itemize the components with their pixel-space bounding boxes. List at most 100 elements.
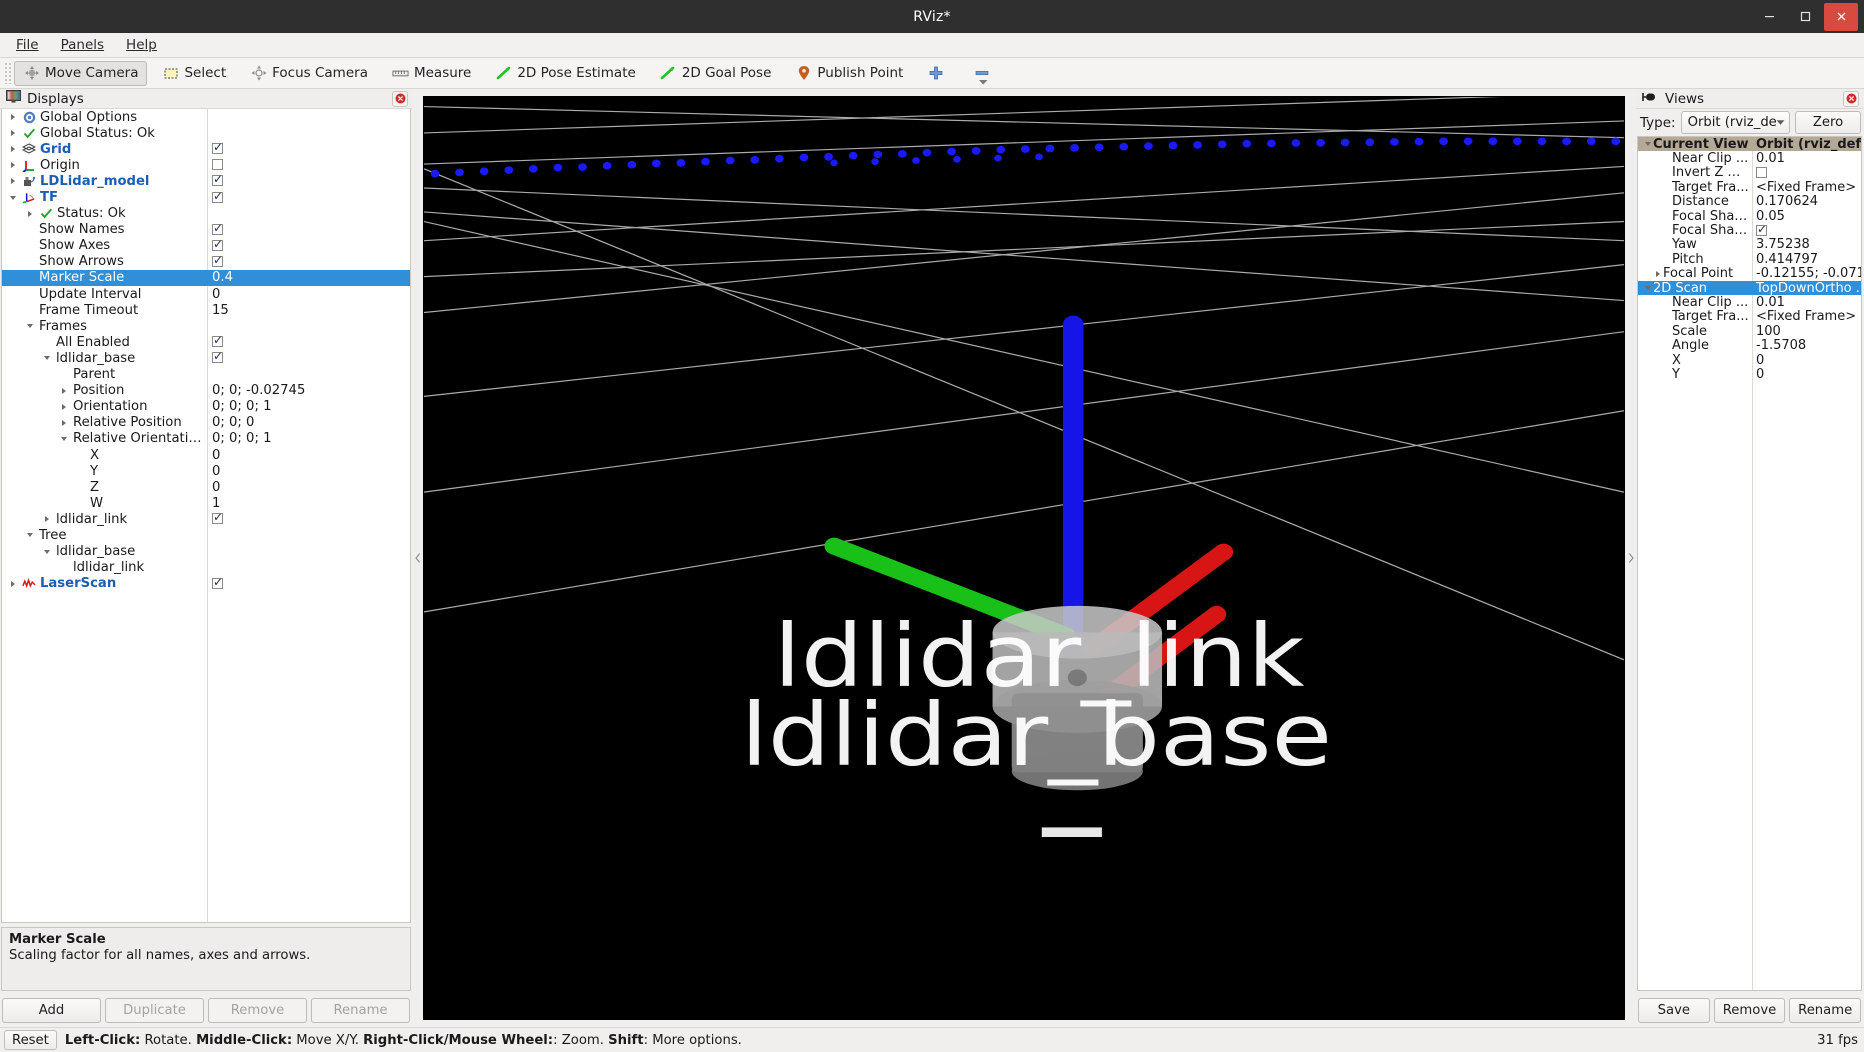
chevron-right-icon[interactable]	[58, 417, 69, 428]
displays-tree[interactable]: Global OptionsGlobal Status: OkGridOrigi…	[1, 109, 411, 923]
views-tree-row[interactable]: Near Clip ...0.01	[1638, 151, 1861, 165]
add-button[interactable]: Add	[2, 998, 101, 1023]
display-tree-row[interactable]: Frame Timeout15	[2, 302, 410, 318]
menu-file[interactable]: File	[6, 35, 49, 55]
views-row-value[interactable]: 0.01	[1752, 295, 1861, 310]
display-row-checkbox[interactable]	[212, 352, 223, 363]
display-row-checkbox[interactable]	[212, 513, 223, 524]
display-tree-row[interactable]: Z0	[2, 479, 410, 495]
display-tree-row[interactable]: Relative Position0; 0; 0	[2, 415, 410, 431]
render-viewport[interactable]: ldlidar_link ldlidar_base	[423, 96, 1625, 1020]
display-row-checkbox[interactable]	[212, 336, 223, 347]
views-panel-close-icon[interactable]	[1843, 91, 1859, 107]
display-row-value[interactable]	[207, 512, 410, 527]
left-splitter[interactable]	[412, 89, 423, 1027]
views-row-value[interactable]: 0	[1752, 367, 1861, 382]
display-row-value[interactable]: 1	[207, 496, 410, 511]
display-row-value[interactable]	[207, 158, 410, 173]
views-tree-row[interactable]: Distance0.170624	[1638, 195, 1861, 209]
views-tree-row[interactable]: X0	[1638, 353, 1861, 367]
views-tree-row[interactable]: Target Fra...<Fixed Frame>	[1638, 310, 1861, 324]
chevron-right-icon[interactable]	[7, 112, 18, 123]
views-tree-row[interactable]: Focal Shap...	[1638, 223, 1861, 237]
tool-add[interactable]	[918, 61, 958, 86]
save-view-button[interactable]: Save	[1638, 998, 1710, 1023]
views-tree-row[interactable]: Focal Shap...0.05	[1638, 209, 1861, 223]
toolbar-grip[interactable]	[4, 62, 12, 84]
display-tree-row[interactable]: Orientation0; 0; 0; 1	[2, 399, 410, 415]
views-row-value[interactable]	[1752, 223, 1861, 238]
chevron-right-icon[interactable]	[7, 128, 18, 139]
display-tree-row[interactable]: Marker Scale0.4	[2, 270, 410, 286]
views-tree-row[interactable]: Scale100	[1638, 324, 1861, 338]
collapse-right-icon[interactable]	[1627, 554, 1634, 563]
tool-focus-camera[interactable]: Focus Camera	[241, 61, 377, 86]
display-tree-row[interactable]: LDLidar_model	[2, 173, 410, 189]
display-tree-row[interactable]: TF	[2, 189, 410, 205]
chevron-right-icon[interactable]	[24, 208, 35, 219]
chevron-right-icon[interactable]	[58, 385, 69, 396]
display-tree-row[interactable]: Status: Ok	[2, 206, 410, 222]
display-tree-row[interactable]: Frames	[2, 318, 410, 334]
views-row-value[interactable]: 0.170624	[1752, 194, 1861, 209]
display-row-checkbox[interactable]	[212, 256, 223, 267]
display-tree-row[interactable]: ldlidar_base	[2, 544, 410, 560]
chevron-down-icon[interactable]	[58, 433, 69, 444]
display-row-checkbox[interactable]	[212, 240, 223, 251]
panel-close-icon[interactable]	[392, 91, 408, 107]
chevron-right-icon[interactable]	[7, 176, 18, 187]
display-row-checkbox[interactable]	[212, 578, 223, 589]
views-tree-row[interactable]: 2D ScanTopDownOrtho ...	[1638, 281, 1861, 295]
views-row-value[interactable]: <Fixed Frame>	[1752, 309, 1861, 324]
display-tree-row[interactable]: Show Arrows	[2, 254, 410, 270]
display-row-checkbox[interactable]	[212, 159, 223, 170]
display-row-value[interactable]: 0	[207, 480, 410, 495]
display-tree-row[interactable]: Parent	[2, 367, 410, 383]
display-row-value[interactable]	[207, 254, 410, 269]
views-tree[interactable]: Current ViewOrbit (rviz_defa...Near Clip…	[1637, 136, 1862, 991]
chevron-down-icon[interactable]	[1642, 283, 1653, 294]
chevron-down-icon[interactable]	[7, 192, 18, 203]
chevron-down-icon[interactable]	[1642, 139, 1653, 150]
display-row-value[interactable]	[207, 174, 410, 189]
chevron-right-icon[interactable]	[41, 514, 52, 525]
display-row-value[interactable]: 0; 0; 0; 1	[207, 399, 410, 414]
display-tree-row[interactable]: Tree	[2, 527, 410, 543]
display-tree-row[interactable]: ldlidar_link	[2, 560, 410, 576]
display-tree-row[interactable]: Global Options	[2, 109, 410, 125]
display-tree-row[interactable]: Global Status: Ok	[2, 125, 410, 141]
display-row-value[interactable]: 15	[207, 303, 410, 318]
views-tree-row[interactable]: Target Fra...<Fixed Frame>	[1638, 180, 1861, 194]
display-tree-row[interactable]: Update Interval0	[2, 286, 410, 302]
views-row-value[interactable]: TopDownOrtho ...	[1752, 281, 1861, 296]
display-row-checkbox[interactable]	[212, 143, 223, 154]
display-row-value[interactable]	[207, 190, 410, 205]
views-row-value[interactable]: 0.414797	[1752, 252, 1861, 267]
display-row-value[interactable]: 0.4	[207, 270, 410, 285]
views-row-value[interactable]: 0.01	[1752, 151, 1861, 166]
display-tree-row[interactable]: LaserScan	[2, 576, 410, 592]
reset-button[interactable]: Reset	[4, 1030, 57, 1050]
display-tree-row[interactable]: Grid	[2, 141, 410, 157]
views-row-value[interactable]: -0.12155; -0.071...	[1752, 266, 1861, 281]
chevron-down-icon[interactable]	[978, 74, 989, 90]
display-tree-row[interactable]: X0	[2, 447, 410, 463]
tool-select[interactable]: Select	[153, 61, 235, 86]
tool-remove[interactable]	[964, 61, 1004, 86]
chevron-down-icon[interactable]	[41, 546, 52, 557]
collapse-left-icon[interactable]	[414, 554, 421, 563]
close-icon[interactable]	[1824, 3, 1858, 31]
display-tree-row[interactable]: Relative Orientation0; 0; 0; 1	[2, 431, 410, 447]
display-row-value[interactable]: 0; 0; -0.02745	[207, 383, 410, 398]
zero-button[interactable]: Zero	[1795, 111, 1861, 134]
views-tree-row[interactable]: Current ViewOrbit (rviz_defa...	[1638, 137, 1861, 151]
views-tree-row[interactable]: Y0	[1638, 367, 1861, 381]
display-row-value[interactable]	[207, 142, 410, 157]
views-tree-row[interactable]: Invert Z Axis	[1638, 166, 1861, 180]
views-row-value[interactable]: -1.5708	[1752, 338, 1861, 353]
display-row-value[interactable]: 0	[207, 464, 410, 479]
chevron-down-icon[interactable]	[24, 530, 35, 541]
views-row-value[interactable]: Orbit (rviz_defa...	[1752, 137, 1861, 152]
display-row-value[interactable]: 0; 0; 0	[207, 415, 410, 430]
display-tree-row[interactable]: Show Names	[2, 222, 410, 238]
